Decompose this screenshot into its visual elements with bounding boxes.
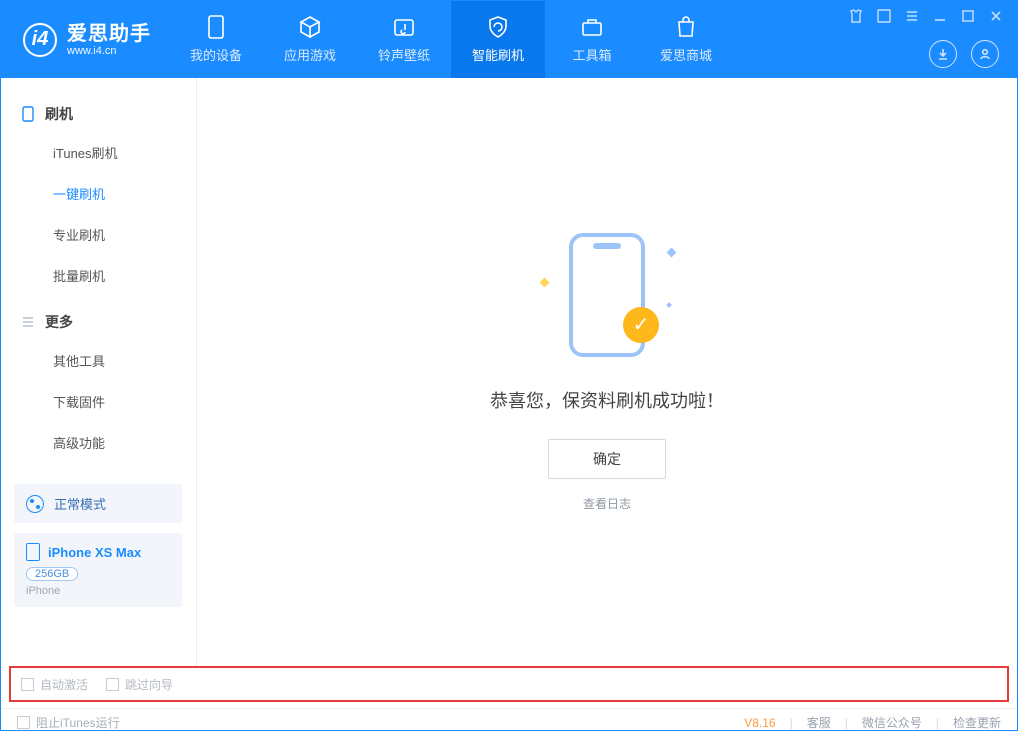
device-type: iPhone <box>26 585 170 597</box>
tab-label: 智能刷机 <box>472 45 524 64</box>
footer-link-update[interactable]: 检查更新 <box>953 714 1001 731</box>
minimize-icon[interactable] <box>931 7 949 25</box>
device-mode-label: 正常模式 <box>54 494 106 513</box>
tab-store[interactable]: 爱思商城 <box>639 1 733 78</box>
app-name: 爱思助手 <box>67 23 151 45</box>
footer-link-support[interactable]: 客服 <box>807 714 831 731</box>
close-icon[interactable] <box>987 7 1005 25</box>
device-icon <box>204 15 228 39</box>
sidebar: 刷机 iTunes刷机 一键刷机 专业刷机 批量刷机 更多 其他工具 下载固件 … <box>1 78 197 666</box>
tab-label: 应用游戏 <box>284 45 336 64</box>
options-highlight-box: 自动激活 跳过向导 <box>9 666 1009 702</box>
device-info-box[interactable]: iPhone XS Max 256GB iPhone <box>14 533 182 607</box>
check-badge-icon: ✓ <box>623 307 659 343</box>
app-url: www.i4.cn <box>67 45 151 57</box>
checkbox-icon <box>106 678 119 691</box>
mode-icon <box>26 495 44 513</box>
titlebar-controls <box>847 7 1005 25</box>
checkbox-label: 跳过向导 <box>125 676 173 693</box>
sidebar-item-itunes-flash[interactable]: iTunes刷机 <box>1 132 196 173</box>
download-icon[interactable] <box>929 40 957 68</box>
footer-bar: 阻止iTunes运行 V8.16 | 客服 | 微信公众号 | 检查更新 <box>1 708 1017 736</box>
app-logo-icon: i4 <box>23 23 57 57</box>
checkbox-icon <box>17 716 30 729</box>
version-label: V8.16 <box>744 716 775 730</box>
phone-icon <box>21 107 35 121</box>
sidebar-item-advanced[interactable]: 高级功能 <box>1 422 196 463</box>
device-capacity: 256GB <box>26 567 78 581</box>
main-content: ✓ 恭喜您，保资料刷机成功啦！ 确定 查看日志 <box>197 78 1017 666</box>
sidebar-item-batch-flash[interactable]: 批量刷机 <box>1 255 196 296</box>
section-title: 刷机 <box>45 104 73 124</box>
checkbox-label: 自动激活 <box>40 676 88 693</box>
tab-toolbox[interactable]: 工具箱 <box>545 1 639 78</box>
checkbox-icon <box>21 678 34 691</box>
sidebar-item-other-tools[interactable]: 其他工具 <box>1 340 196 381</box>
device-name: iPhone XS Max <box>48 545 141 560</box>
tab-label: 工具箱 <box>572 45 611 64</box>
skip-guide-checkbox[interactable]: 跳过向导 <box>106 676 173 693</box>
tab-smart-flash[interactable]: 智能刷机 <box>451 1 545 78</box>
tshirt-icon[interactable] <box>847 7 865 25</box>
tab-label: 爱思商城 <box>660 45 712 64</box>
block-itunes-checkbox[interactable]: 阻止iTunes运行 <box>17 714 120 731</box>
maximize-icon[interactable] <box>959 7 977 25</box>
section-title: 更多 <box>45 312 73 332</box>
tab-apps-games[interactable]: 应用游戏 <box>263 1 357 78</box>
bag-icon <box>674 15 698 39</box>
ok-button[interactable]: 确定 <box>548 439 666 479</box>
nav-tabs: 我的设备 应用游戏 铃声壁纸 智能刷机 工具箱 爱思商城 <box>169 1 733 78</box>
tab-my-device[interactable]: 我的设备 <box>169 1 263 78</box>
music-folder-icon <box>392 15 416 39</box>
toolbox-icon <box>580 15 604 39</box>
header-right-actions <box>929 40 999 68</box>
footer-link-wechat[interactable]: 微信公众号 <box>862 714 922 731</box>
tab-label: 铃声壁纸 <box>378 45 430 64</box>
shield-refresh-icon <box>486 15 510 39</box>
list-icon <box>21 315 35 329</box>
device-mode-box[interactable]: 正常模式 <box>14 484 182 523</box>
sidebar-item-oneclick-flash[interactable]: 一键刷机 <box>1 173 196 214</box>
sidebar-section-more: 更多 <box>1 304 196 340</box>
sidebar-item-download-fw[interactable]: 下载固件 <box>1 381 196 422</box>
settings-icon[interactable] <box>875 7 893 25</box>
logo-area: i4 爱思助手 www.i4.cn <box>1 23 169 57</box>
menu-icon[interactable] <box>903 7 921 25</box>
cube-icon <box>298 15 322 39</box>
view-log-link[interactable]: 查看日志 <box>583 495 631 512</box>
success-illustration: ✓ <box>559 233 655 363</box>
checkbox-label: 阻止iTunes运行 <box>36 714 120 731</box>
header-bar: i4 爱思助手 www.i4.cn 我的设备 应用游戏 铃声壁纸 智能刷机 工具… <box>1 1 1017 78</box>
user-icon[interactable] <box>971 40 999 68</box>
tab-label: 我的设备 <box>190 45 242 64</box>
sidebar-section-flash: 刷机 <box>1 96 196 132</box>
auto-activate-checkbox[interactable]: 自动激活 <box>21 676 88 693</box>
sidebar-item-pro-flash[interactable]: 专业刷机 <box>1 214 196 255</box>
tab-ringtones[interactable]: 铃声壁纸 <box>357 1 451 78</box>
success-message: 恭喜您，保资料刷机成功啦！ <box>490 387 724 413</box>
device-phone-icon <box>26 543 40 561</box>
